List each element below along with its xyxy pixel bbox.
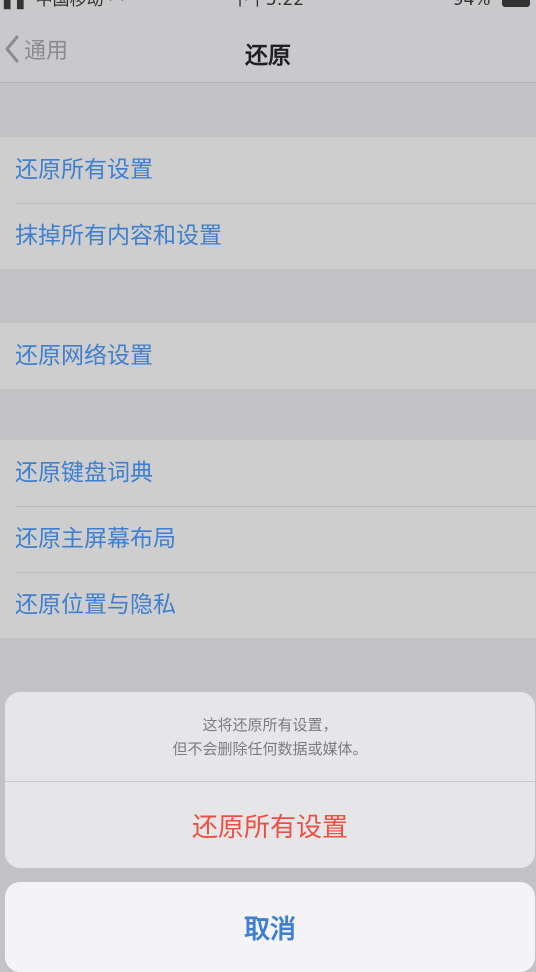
action-sheet-message-line-2: 但不会删除任何数据或媒体。 <box>172 739 368 758</box>
reset-all-settings-row[interactable]: 还原所有设置 <box>0 137 536 203</box>
confirm-reset-button[interactable]: 还原所有设置 <box>5 782 535 868</box>
navigation-bar: 通用 还原 <box>0 12 536 83</box>
battery-percent: 94% <box>452 0 491 10</box>
reset-home-screen-layout-row[interactable]: 还原主屏幕布局 <box>0 506 536 572</box>
reset-location-privacy-row[interactable]: 还原位置与隐私 <box>0 572 536 638</box>
battery-info: 94% <box>453 0 530 12</box>
reset-keyboard-dictionary-row[interactable]: 还原键盘词典 <box>0 440 536 506</box>
battery-icon <box>502 0 530 7</box>
action-sheet: 这将还原所有设置， 但不会删除任何数据或媒体。 还原所有设置 <box>5 692 535 868</box>
erase-all-content-row[interactable]: 抹掉所有内容和设置 <box>0 203 536 269</box>
reset-group-2: 还原网络设置 <box>0 323 536 389</box>
action-sheet-message: 这将还原所有设置， 但不会删除任何数据或媒体。 <box>5 692 535 782</box>
status-bar: ▌▌ 中国移动 ◠ 下午5:22 94% <box>0 0 536 12</box>
reset-group-3: 还原键盘词典 还原主屏幕布局 还原位置与隐私 <box>0 440 536 638</box>
page-title: 还原 <box>245 43 291 69</box>
action-sheet-message-line-1: 这将还原所有设置， <box>202 715 338 734</box>
reset-network-settings-row[interactable]: 还原网络设置 <box>0 323 536 389</box>
cancel-button[interactable]: 取消 <box>5 882 535 972</box>
reset-group-1: 还原所有设置 抹掉所有内容和设置 <box>0 137 536 269</box>
